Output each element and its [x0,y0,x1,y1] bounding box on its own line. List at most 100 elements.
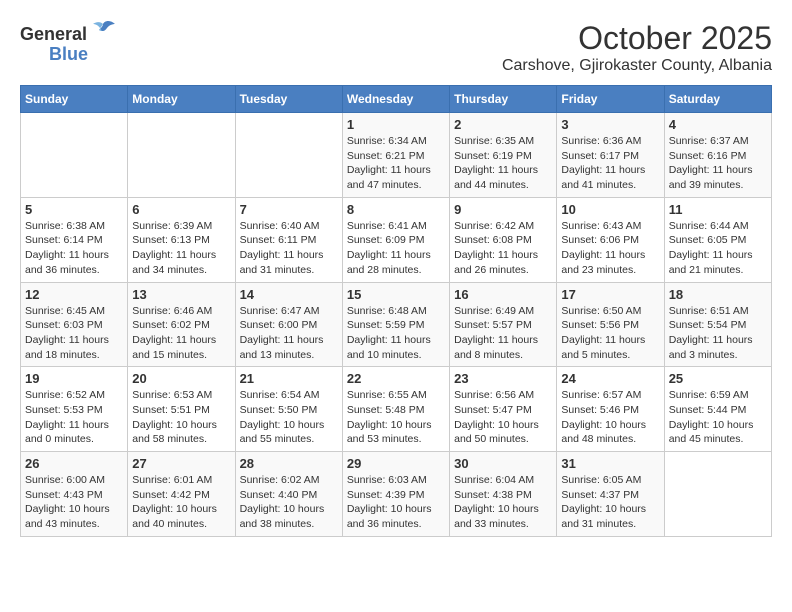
day-number: 30 [454,456,552,471]
header: General Blue October 2025 Carshove, Gjir… [20,20,772,75]
day-info: Sunrise: 6:36 AM Sunset: 6:17 PM Dayligh… [561,134,659,193]
day-number: 10 [561,202,659,217]
week-row-5: 26 Sunrise: 6:00 AM Sunset: 4:43 PM Dayli… [21,452,772,537]
day-info: Sunrise: 6:04 AM Sunset: 4:38 PM Dayligh… [454,473,552,532]
day-info: Sunrise: 6:40 AM Sunset: 6:11 PM Dayligh… [240,219,338,278]
day-number: 20 [132,371,230,386]
cell-week1-day6: 4 Sunrise: 6:37 AM Sunset: 6:16 PM Daylig… [664,113,771,198]
day-number: 29 [347,456,445,471]
cell-week4-day5: 24 Sunrise: 6:57 AM Sunset: 5:46 PM Dayli… [557,367,664,452]
day-number: 21 [240,371,338,386]
title-area: October 2025 Carshove, Gjirokaster Count… [502,20,772,75]
cell-week1-day1 [128,113,235,198]
day-info: Sunrise: 6:34 AM Sunset: 6:21 PM Dayligh… [347,134,445,193]
cell-week4-day4: 23 Sunrise: 6:56 AM Sunset: 5:47 PM Dayli… [450,367,557,452]
header-monday: Monday [128,86,235,113]
day-number: 9 [454,202,552,217]
day-info: Sunrise: 6:49 AM Sunset: 5:57 PM Dayligh… [454,304,552,363]
cell-week4-day2: 21 Sunrise: 6:54 AM Sunset: 5:50 PM Dayli… [235,367,342,452]
day-info: Sunrise: 6:50 AM Sunset: 5:56 PM Dayligh… [561,304,659,363]
cell-week1-day0 [21,113,128,198]
day-info: Sunrise: 6:37 AM Sunset: 6:16 PM Dayligh… [669,134,767,193]
day-info: Sunrise: 6:03 AM Sunset: 4:39 PM Dayligh… [347,473,445,532]
logo-bird-icon [89,20,117,48]
day-number: 6 [132,202,230,217]
cell-week5-day6 [664,452,771,537]
day-number: 4 [669,117,767,132]
cell-week4-day1: 20 Sunrise: 6:53 AM Sunset: 5:51 PM Dayli… [128,367,235,452]
day-number: 15 [347,287,445,302]
cell-week3-day0: 12 Sunrise: 6:45 AM Sunset: 6:03 PM Dayli… [21,282,128,367]
day-number: 28 [240,456,338,471]
day-number: 1 [347,117,445,132]
cell-week5-day0: 26 Sunrise: 6:00 AM Sunset: 4:43 PM Dayli… [21,452,128,537]
day-info: Sunrise: 6:57 AM Sunset: 5:46 PM Dayligh… [561,388,659,447]
day-number: 31 [561,456,659,471]
header-wednesday: Wednesday [342,86,449,113]
logo-blue: Blue [49,44,88,65]
cell-week3-day4: 16 Sunrise: 6:49 AM Sunset: 5:57 PM Dayli… [450,282,557,367]
day-info: Sunrise: 6:00 AM Sunset: 4:43 PM Dayligh… [25,473,123,532]
cell-week2-day0: 5Sunrise: 6:38 AM Sunset: 6:14 PM Daylig… [21,197,128,282]
header-sunday: Sunday [21,86,128,113]
day-info: Sunrise: 6:45 AM Sunset: 6:03 PM Dayligh… [25,304,123,363]
day-info: Sunrise: 6:55 AM Sunset: 5:48 PM Dayligh… [347,388,445,447]
day-info: Sunrise: 6:41 AM Sunset: 6:09 PM Dayligh… [347,219,445,278]
cell-week2-day5: 10 Sunrise: 6:43 AM Sunset: 6:06 PM Dayli… [557,197,664,282]
header-saturday: Saturday [664,86,771,113]
cell-week3-day6: 18Sunrise: 6:51 AM Sunset: 5:54 PM Dayli… [664,282,771,367]
day-info: Sunrise: 6:46 AM Sunset: 6:02 PM Dayligh… [132,304,230,363]
cell-week5-day5: 31 Sunrise: 6:05 AM Sunset: 4:37 PM Dayli… [557,452,664,537]
week-row-2: 5Sunrise: 6:38 AM Sunset: 6:14 PM Daylig… [21,197,772,282]
day-info: Sunrise: 6:48 AM Sunset: 5:59 PM Dayligh… [347,304,445,363]
header-tuesday: Tuesday [235,86,342,113]
day-number: 27 [132,456,230,471]
logo: General Blue [20,20,117,65]
day-number: 11 [669,202,767,217]
cell-week4-day6: 25Sunrise: 6:59 AM Sunset: 5:44 PM Dayli… [664,367,771,452]
day-info: Sunrise: 6:59 AM Sunset: 5:44 PM Dayligh… [669,388,767,447]
month-title: October 2025 [502,20,772,57]
day-number: 12 [25,287,123,302]
cell-week1-day4: 2 Sunrise: 6:35 AM Sunset: 6:19 PM Daylig… [450,113,557,198]
location-title: Carshove, Gjirokaster County, Albania [502,57,772,75]
day-number: 13 [132,287,230,302]
day-info: Sunrise: 6:01 AM Sunset: 4:42 PM Dayligh… [132,473,230,532]
day-info: Sunrise: 6:52 AM Sunset: 5:53 PM Dayligh… [25,388,123,447]
day-number: 16 [454,287,552,302]
day-number: 3 [561,117,659,132]
week-row-1: 1 Sunrise: 6:34 AM Sunset: 6:21 PM Daylig… [21,113,772,198]
day-number: 26 [25,456,123,471]
cell-week5-day4: 30 Sunrise: 6:04 AM Sunset: 4:38 PM Dayli… [450,452,557,537]
cell-week1-day2 [235,113,342,198]
cell-week2-day4: 9Sunrise: 6:42 AM Sunset: 6:08 PM Daylig… [450,197,557,282]
cell-week3-day5: 17Sunrise: 6:50 AM Sunset: 5:56 PM Dayli… [557,282,664,367]
cell-week1-day5: 3 Sunrise: 6:36 AM Sunset: 6:17 PM Daylig… [557,113,664,198]
calendar-table: SundayMondayTuesdayWednesdayThursdayFrid… [20,85,772,537]
week-row-3: 12 Sunrise: 6:45 AM Sunset: 6:03 PM Dayli… [21,282,772,367]
day-info: Sunrise: 6:02 AM Sunset: 4:40 PM Dayligh… [240,473,338,532]
day-info: Sunrise: 6:43 AM Sunset: 6:06 PM Dayligh… [561,219,659,278]
day-number: 2 [454,117,552,132]
day-info: Sunrise: 6:05 AM Sunset: 4:37 PM Dayligh… [561,473,659,532]
cell-week3-day2: 14Sunrise: 6:47 AM Sunset: 6:00 PM Dayli… [235,282,342,367]
day-info: Sunrise: 6:47 AM Sunset: 6:00 PM Dayligh… [240,304,338,363]
day-info: Sunrise: 6:56 AM Sunset: 5:47 PM Dayligh… [454,388,552,447]
day-number: 23 [454,371,552,386]
day-number: 24 [561,371,659,386]
day-info: Sunrise: 6:35 AM Sunset: 6:19 PM Dayligh… [454,134,552,193]
day-number: 7 [240,202,338,217]
day-number: 5 [25,202,123,217]
cell-week4-day0: 19 Sunrise: 6:52 AM Sunset: 5:53 PM Dayli… [21,367,128,452]
day-info: Sunrise: 6:54 AM Sunset: 5:50 PM Dayligh… [240,388,338,447]
cell-week3-day1: 13 Sunrise: 6:46 AM Sunset: 6:02 PM Dayli… [128,282,235,367]
header-row: SundayMondayTuesdayWednesdayThursdayFrid… [21,86,772,113]
cell-week2-day6: 11Sunrise: 6:44 AM Sunset: 6:05 PM Dayli… [664,197,771,282]
logo-general: General [20,24,87,45]
cell-week5-day2: 28 Sunrise: 6:02 AM Sunset: 4:40 PM Dayli… [235,452,342,537]
day-info: Sunrise: 6:53 AM Sunset: 5:51 PM Dayligh… [132,388,230,447]
header-thursday: Thursday [450,86,557,113]
cell-week5-day1: 27 Sunrise: 6:01 AM Sunset: 4:42 PM Dayli… [128,452,235,537]
cell-week5-day3: 29 Sunrise: 6:03 AM Sunset: 4:39 PM Dayli… [342,452,449,537]
day-number: 19 [25,371,123,386]
